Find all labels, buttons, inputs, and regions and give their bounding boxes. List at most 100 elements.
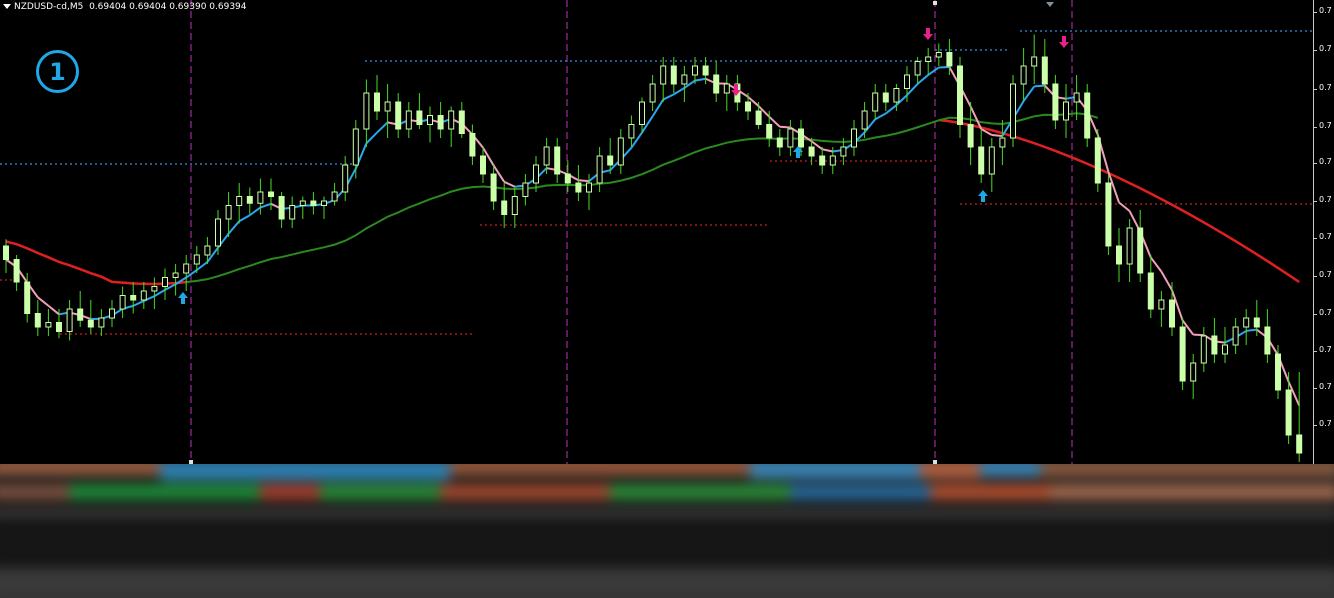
candle-body <box>893 88 900 103</box>
fast-ma-segment <box>916 74 929 85</box>
candle-body <box>1147 272 1154 310</box>
candle-body <box>257 191 264 204</box>
candle-body <box>1105 182 1112 247</box>
candle-body <box>1285 389 1292 436</box>
fast-ma-segment <box>927 66 940 76</box>
candle-body <box>564 173 571 184</box>
blurred-panel-block <box>790 484 930 500</box>
price-label: 0.7 <box>1319 83 1332 92</box>
price-label: 0.7 <box>1319 232 1332 241</box>
candle-body <box>586 182 592 193</box>
price-tick <box>1314 201 1317 202</box>
candle-body <box>957 65 963 125</box>
fast-ma-segment <box>779 125 791 129</box>
candle-body <box>151 286 158 292</box>
candle-body <box>755 110 762 125</box>
price-tick <box>1314 388 1317 389</box>
fast-ma-segment <box>991 133 1003 137</box>
separator-marker <box>933 1 937 5</box>
price-label: 0.7 <box>1319 121 1332 130</box>
top-marker-icon <box>1046 2 1054 7</box>
price-tick <box>1314 127 1317 128</box>
blurred-panel-block <box>440 484 610 500</box>
candle-body <box>204 245 211 256</box>
price-chart <box>0 0 1313 464</box>
candle-body <box>872 92 879 112</box>
blurred-panel-block <box>0 484 70 500</box>
blurred-indicator-panel <box>0 464 1334 598</box>
buy-arrow-icon <box>978 190 988 202</box>
fast-ma-segment <box>47 304 60 316</box>
candle-body <box>448 110 455 130</box>
blurred-panel-block <box>1050 484 1334 500</box>
candle-body <box>978 146 985 175</box>
candle-body <box>1232 326 1239 346</box>
price-tick <box>1314 314 1317 315</box>
candle-body <box>1211 335 1218 355</box>
candle-body <box>660 65 667 85</box>
sell-arrow-icon <box>923 28 933 40</box>
candle-body <box>480 155 486 175</box>
ohlc-readout: 0.69404 0.69404 0.69390 0.69394 <box>89 2 247 12</box>
candle-body <box>511 196 518 215</box>
blurred-panel-block <box>450 464 750 474</box>
candle-body <box>384 101 391 112</box>
candle-body <box>1041 56 1048 85</box>
blurred-panel-block <box>610 484 790 500</box>
candle-body <box>34 313 41 328</box>
candle-body <box>98 317 105 328</box>
candle-body <box>1253 317 1260 328</box>
candle-body <box>342 164 349 193</box>
blurred-panel-block <box>260 484 320 500</box>
price-tick <box>1314 89 1317 90</box>
candle-body <box>437 115 444 130</box>
candle-body <box>1020 65 1027 85</box>
fast-ma-segment <box>874 112 887 121</box>
candle-body <box>543 146 550 166</box>
candle-body <box>713 74 720 94</box>
candle-body <box>45 322 52 328</box>
candle-body <box>935 52 942 58</box>
fast-ma-segment <box>1160 271 1173 291</box>
candle-body <box>533 164 539 184</box>
fast-ma-segment <box>821 148 834 153</box>
candle-body <box>66 308 73 332</box>
candle-body <box>1137 227 1144 274</box>
candle-body <box>130 295 137 301</box>
candle-body <box>819 155 826 166</box>
fast-ma-segment <box>1246 328 1257 332</box>
candle-body <box>395 101 402 130</box>
fast-ma-segment <box>249 206 261 217</box>
candle-body <box>13 259 20 283</box>
price-label: 0.7 <box>1319 195 1332 204</box>
candle-body <box>1275 353 1281 391</box>
price-axis: 0.7 0.7 0.7 0.7 0.7 0.7 0.7 0.7 0.7 0.7 0.7 0.7 <box>1313 0 1334 464</box>
price-tick <box>1314 163 1317 164</box>
fast-ma-segment <box>1149 256 1163 273</box>
fast-ma-segment <box>694 77 706 82</box>
chart-area[interactable]: NZDUSD-cd,M5 0.69404 0.69404 0.69390 0.6… <box>0 0 1334 464</box>
price-label: 0.7 <box>1319 345 1332 354</box>
candle-body <box>278 196 285 220</box>
candle-body <box>776 137 783 148</box>
candle-body <box>469 133 476 157</box>
price-tick <box>1314 238 1317 239</box>
candle-body <box>193 254 200 265</box>
candle-body <box>1158 299 1165 310</box>
candle-body <box>1126 227 1133 265</box>
fast-ma-segment <box>673 87 685 96</box>
blurred-panel-block <box>0 526 1334 566</box>
blurred-panel-block <box>0 568 1334 598</box>
candle-body <box>988 146 995 175</box>
candle-body <box>87 319 94 328</box>
candle-body <box>246 196 253 204</box>
blurred-panel-block <box>1040 464 1334 476</box>
fast-ma-segment <box>260 202 272 209</box>
candle-body <box>702 65 709 76</box>
price-label: 0.7 <box>1319 382 1332 391</box>
fast-ma-segment <box>132 300 145 307</box>
dropdown-triangle-icon[interactable] <box>3 4 11 9</box>
candle-body <box>745 101 751 112</box>
candle-body <box>374 92 380 112</box>
price-label: 0.7 <box>1319 270 1332 279</box>
